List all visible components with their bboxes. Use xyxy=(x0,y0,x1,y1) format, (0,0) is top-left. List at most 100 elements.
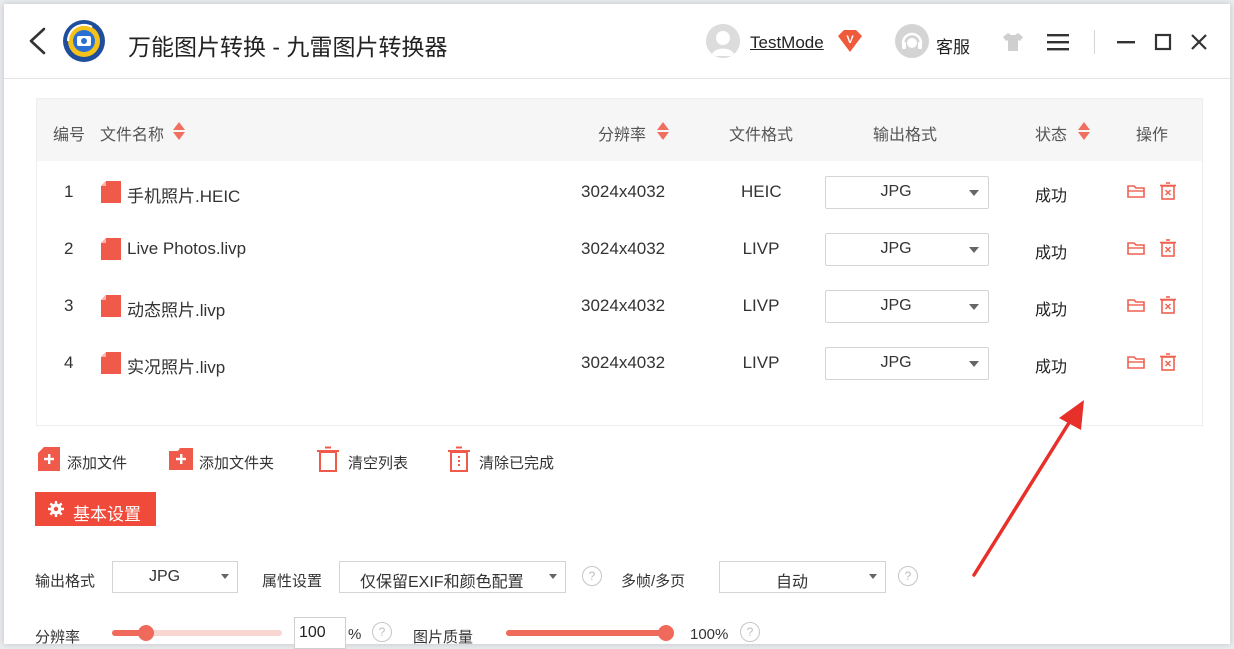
output-format-value: JPG xyxy=(880,354,912,371)
row-format: LIVP xyxy=(742,239,780,258)
delete-icon[interactable] xyxy=(1159,239,1177,257)
header-status: 状态 xyxy=(1035,127,1068,144)
header-ops: 操作 xyxy=(1136,127,1169,144)
row-resolution: 3024x4032 xyxy=(581,239,666,258)
output-format-select[interactable]: JPG xyxy=(825,233,989,266)
row-status: 成功 xyxy=(1035,359,1068,376)
row-resolution: 3024x4032 xyxy=(581,296,666,315)
basic-settings-label: 基本设置 xyxy=(73,505,141,524)
header-output: 输出格式 xyxy=(873,127,938,144)
header-index: 编号 xyxy=(53,127,86,144)
header-resolution: 分辨率 xyxy=(598,127,647,144)
add-file-icon xyxy=(38,447,60,471)
chevron-down-icon xyxy=(221,574,229,579)
resolution-slider[interactable] xyxy=(112,625,282,641)
maximize-icon[interactable] xyxy=(1154,33,1172,51)
clear-done-label: 清除已完成 xyxy=(479,455,555,472)
open-folder-icon[interactable] xyxy=(1127,182,1145,200)
menu-icon[interactable] xyxy=(1046,32,1070,52)
multiframe-label: 多帧/多页 xyxy=(621,573,686,590)
row-filename: 实况照片.livp xyxy=(127,358,226,377)
back-icon[interactable] xyxy=(24,26,52,56)
row-status: 成功 xyxy=(1035,188,1068,205)
file-icon xyxy=(101,295,121,317)
skin-icon[interactable] xyxy=(1002,32,1024,52)
header-name: 文件名称 xyxy=(100,127,165,144)
quality-slider-fill xyxy=(506,630,666,636)
output-format-label: 输出格式 xyxy=(35,573,96,590)
quality-slider-knob[interactable] xyxy=(658,625,674,641)
chevron-down-icon xyxy=(549,574,557,579)
resolution-input-value: 100 xyxy=(299,624,326,641)
resolution-label: 分辨率 xyxy=(35,629,81,646)
output-format-value: JPG xyxy=(880,240,912,257)
file-table: 编号 文件名称 分辨率 文件格式 输出格式 状态 操作 1 手机照片.HEIC … xyxy=(36,98,1203,426)
gear-icon xyxy=(48,501,64,517)
row-filename: 手机照片.HEIC xyxy=(127,187,241,206)
user-avatar[interactable] xyxy=(706,24,740,58)
table-row: 4 实况照片.livp 3024x4032 LIVP JPG 成功 xyxy=(37,336,1202,392)
close-icon[interactable] xyxy=(1190,33,1208,51)
resolution-unit: % xyxy=(348,626,362,643)
help-icon[interactable]: ? xyxy=(740,622,760,642)
chevron-down-icon xyxy=(969,190,979,196)
open-folder-icon[interactable] xyxy=(1127,239,1145,257)
open-folder-icon[interactable] xyxy=(1127,353,1145,371)
chevron-down-icon xyxy=(969,247,979,253)
delete-icon[interactable] xyxy=(1159,353,1177,371)
output-format-select[interactable]: JPG xyxy=(825,290,989,323)
user-avatar-icon xyxy=(706,24,740,58)
titlebar-divider xyxy=(1094,30,1095,54)
resolution-slider-knob[interactable] xyxy=(138,625,154,641)
multiframe-value: 自动 xyxy=(776,574,809,591)
sort-resolution-icon[interactable] xyxy=(657,121,669,141)
row-status: 成功 xyxy=(1035,302,1068,319)
delete-icon[interactable] xyxy=(1159,296,1177,314)
table-row: 1 手机照片.HEIC 3024x4032 HEIC JPG 成功 xyxy=(37,165,1202,221)
resolution-input[interactable]: 100 xyxy=(294,617,346,649)
row-index: 1 xyxy=(64,182,74,201)
app-window: 万能图片转换 - 九雷图片转换器 TestMode V 客服 编号 文件名称 分… xyxy=(4,4,1230,649)
row-format: HEIC xyxy=(741,182,782,201)
chevron-down-icon xyxy=(969,304,979,310)
attr-settings-label: 属性设置 xyxy=(262,573,323,590)
service-label[interactable]: 客服 xyxy=(936,33,970,58)
multiframe-dropdown[interactable]: 自动 xyxy=(719,561,886,593)
delete-icon[interactable] xyxy=(1159,182,1177,200)
attr-settings-value: 仅保留EXIF和颜色配置 xyxy=(360,574,524,591)
quality-value: 100% xyxy=(690,626,729,643)
output-format-select[interactable]: JPG xyxy=(825,347,989,380)
file-icon xyxy=(101,238,121,260)
output-format-value: JPG xyxy=(880,183,912,200)
quality-slider[interactable] xyxy=(506,625,674,641)
row-status: 成功 xyxy=(1035,245,1068,262)
help-icon[interactable]: ? xyxy=(372,622,392,642)
app-logo xyxy=(63,20,105,62)
headset-icon xyxy=(895,24,929,58)
output-format-dropdown-value: JPG xyxy=(149,568,181,585)
help-icon[interactable]: ? xyxy=(582,566,602,586)
basic-settings-button[interactable]: 基本设置 xyxy=(35,492,156,526)
row-index: 2 xyxy=(64,239,74,258)
output-format-value: JPG xyxy=(880,297,912,314)
help-icon[interactable]: ? xyxy=(898,566,918,586)
table-row: 3 动态照片.livp 3024x4032 LIVP JPG 成功 xyxy=(37,279,1202,335)
output-format-dropdown[interactable]: JPG xyxy=(112,561,238,593)
sort-status-icon[interactable] xyxy=(1078,121,1090,141)
trash-icon xyxy=(317,446,339,472)
row-resolution: 3024x4032 xyxy=(581,182,666,201)
sort-name-icon[interactable] xyxy=(173,121,185,141)
row-resolution: 3024x4032 xyxy=(581,353,666,372)
add-file-label: 添加文件 xyxy=(67,455,128,472)
clear-list-label: 清空列表 xyxy=(348,455,409,472)
row-index: 3 xyxy=(64,296,74,315)
minimize-icon[interactable] xyxy=(1116,34,1136,50)
open-folder-icon[interactable] xyxy=(1127,296,1145,314)
row-format: LIVP xyxy=(742,353,780,372)
attr-settings-dropdown[interactable]: 仅保留EXIF和颜色配置 xyxy=(339,561,566,593)
user-name-link[interactable]: TestMode xyxy=(750,33,824,53)
add-folder-label: 添加文件夹 xyxy=(199,455,275,472)
service-avatar[interactable] xyxy=(895,24,929,58)
title-bar: 万能图片转换 - 九雷图片转换器 TestMode V 客服 xyxy=(4,4,1230,79)
output-format-select[interactable]: JPG xyxy=(825,176,989,209)
